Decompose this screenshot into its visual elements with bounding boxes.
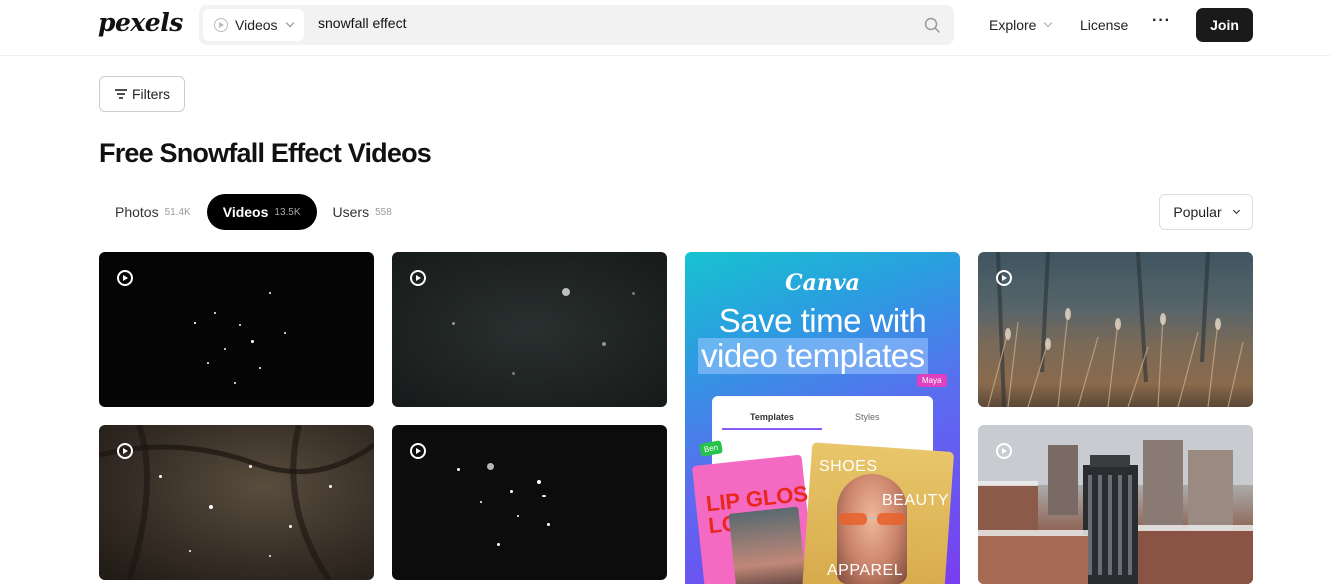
tab-label: Users: [332, 204, 370, 220]
canva-ad-banner[interactable]: Canva Save time with video templates May…: [685, 252, 960, 584]
thumbnail-art: [99, 425, 374, 580]
ad-headline-highlight: video templates: [698, 338, 928, 374]
ad-model-photo: [728, 506, 808, 584]
chevron-down-icon: [1044, 18, 1053, 28]
ad-headline: Save time with: [718, 302, 927, 339]
tab-count: 558: [375, 206, 392, 218]
canva-logo: Canva: [785, 270, 860, 296]
top-nav: pexels Videos Explore License ··· Join: [0, 0, 1330, 56]
sort-dropdown[interactable]: Popular: [1159, 194, 1253, 230]
video-play-icon: [410, 270, 426, 286]
tab-label: Photos: [115, 204, 159, 220]
nav-explore[interactable]: Explore: [989, 17, 1053, 33]
video-play-icon: [410, 443, 426, 459]
chevron-down-icon: [285, 18, 294, 28]
video-icon: [214, 18, 228, 32]
tab-photos[interactable]: Photos 51.4K: [99, 194, 207, 230]
video-play-icon: [996, 270, 1012, 286]
video-thumbnail[interactable]: [392, 252, 667, 407]
video-thumbnail[interactable]: [978, 252, 1253, 407]
ad-gold-text: BEAUTY: [882, 492, 950, 509]
ad-tab-templates: Templates: [750, 412, 794, 422]
video-thumbnail[interactable]: [978, 425, 1253, 584]
search-icon[interactable]: [924, 17, 940, 33]
video-play-icon: [996, 443, 1012, 459]
filter-icon: [114, 89, 127, 99]
ad-tab-underline: [722, 428, 822, 430]
more-menu-icon[interactable]: ···: [1152, 12, 1171, 30]
video-thumbnail[interactable]: [99, 425, 374, 580]
page-title: Free Snowfall Effect Videos: [99, 138, 432, 168]
ad-collaborator-tag: Maya: [917, 374, 947, 387]
join-button[interactable]: Join: [1196, 8, 1253, 42]
video-play-icon: [117, 270, 133, 286]
tab-label: Videos: [222, 204, 269, 220]
search-type-select[interactable]: Videos: [203, 9, 304, 41]
video-thumbnail[interactable]: [392, 425, 667, 580]
chevron-down-icon: [1232, 206, 1240, 214]
video-thumbnail[interactable]: [99, 252, 374, 407]
media-tabs: Photos 51.4K Videos 13.5K Users 558: [99, 194, 408, 230]
tab-count: 51.4K: [164, 206, 191, 218]
sunglasses-icon: [839, 513, 905, 525]
search-bar: Videos: [199, 5, 954, 45]
thumbnail-art: [987, 252, 1244, 407]
filters-button[interactable]: Filters: [99, 76, 185, 112]
nav-license[interactable]: License: [1080, 17, 1128, 33]
pexels-logo[interactable]: pexels: [98, 8, 183, 37]
tab-videos[interactable]: Videos 13.5K: [206, 194, 317, 230]
nav-explore-label: Explore: [989, 17, 1037, 33]
thumbnail-art: [978, 425, 1253, 584]
ad-gold-text: SHOES: [819, 458, 878, 475]
search-input[interactable]: [318, 15, 878, 31]
search-type-label: Videos: [235, 17, 278, 33]
filters-label: Filters: [131, 86, 171, 102]
ad-gold-text: APPAREL: [827, 562, 904, 579]
tab-count: 13.5K: [274, 206, 301, 218]
ad-tab-styles: Styles: [855, 412, 880, 422]
tab-users[interactable]: Users 558: [317, 194, 408, 230]
sort-label: Popular: [1173, 204, 1222, 220]
video-play-icon: [117, 443, 133, 459]
